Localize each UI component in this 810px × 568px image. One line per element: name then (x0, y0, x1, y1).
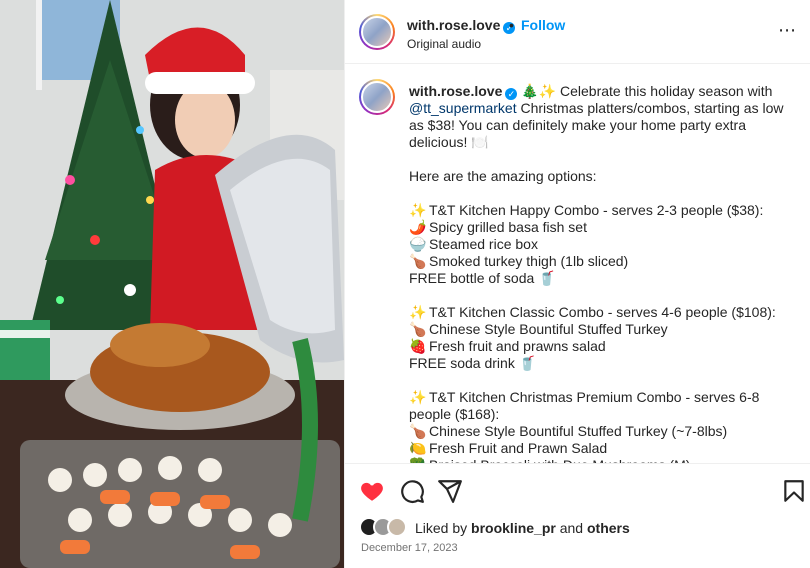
sparkle-icon: ✨ (409, 389, 427, 405)
avatar (387, 517, 407, 537)
food-icon: 🍗 (409, 423, 427, 439)
sparkle-icon: ✨ (409, 202, 427, 218)
combo-item-text: Chinese Style Bountiful Stuffed Turkey (429, 321, 668, 337)
combo-title: ✨ T&T Kitchen Classic Combo - serves 4-6 … (409, 304, 799, 321)
combo-item-text: Spicy grilled basa fish set (429, 219, 587, 235)
audio-label[interactable]: Original audio (407, 37, 481, 51)
author-username[interactable]: with.rose.love ✓ (407, 17, 516, 34)
combo-item: 🍗 Chinese Style Bountiful Stuffed Turkey … (409, 423, 799, 440)
food-icon: 🍚 (409, 236, 427, 252)
actions-bar: Liked by brookline_pr and others Decembe… (345, 463, 810, 568)
food-icon: 🌶️ (409, 219, 427, 235)
post-header: with.rose.love ✓ • Follow Original audio … (345, 0, 810, 64)
more-options-icon[interactable]: ⋯ (778, 20, 797, 41)
author-avatar[interactable] (359, 14, 395, 50)
combo-item-text: Smoked turkey thigh (1lb sliced) (429, 253, 629, 269)
combo-extra: FREE bottle of soda 🥤 (409, 270, 556, 286)
combo-extra: FREE soda drink 🥤 (409, 355, 537, 371)
separator-dot: • (509, 17, 514, 33)
combo-item: 🍓 Fresh fruit and prawns salad (409, 338, 799, 355)
combo-title: ✨ T&T Kitchen Happy Combo - serves 2-3 pe… (409, 202, 799, 219)
combo-item: 🍗 Smoked turkey thigh (1lb sliced) (409, 253, 799, 270)
post-photo[interactable] (0, 0, 344, 568)
liked-by-text: Liked by brookline_pr and others (415, 520, 630, 536)
caption-section: with.rose.love ✓ 🎄✨ Celebrate this holida… (345, 65, 810, 463)
combo-item-text: Fresh Fruit and Prawn Salad (429, 440, 608, 456)
liked-by-and: and (555, 520, 587, 536)
combo-item-text: Fresh fruit and prawns salad (429, 338, 606, 354)
intro-text: Celebrate this holiday season with (556, 83, 773, 99)
food-icon: 🍋 (409, 440, 427, 456)
sparkle-icon: ✨ (409, 304, 427, 320)
intro-emojis: 🎄✨ (521, 83, 557, 99)
follow-button[interactable]: Follow (521, 17, 565, 33)
share-icon[interactable] (437, 478, 463, 504)
combo-item: 🍗 Chinese Style Bountiful Stuffed Turkey (409, 321, 799, 338)
caption-author-username[interactable]: with.rose.love ✓ (409, 83, 518, 100)
combo-title-text: T&T Kitchen Christmas Premium Combo - se… (409, 389, 760, 422)
verified-icon: ✓ (505, 88, 518, 100)
food-icon: 🍓 (409, 338, 427, 354)
liked-by-user-link[interactable]: brookline_pr (471, 520, 556, 536)
options-heading: Here are the amazing options: (409, 168, 597, 184)
combo-item: 🍚 Steamed rice box (409, 236, 799, 253)
combo-title-text: T&T Kitchen Classic Combo - serves 4-6 p… (429, 304, 776, 320)
combo-item: 🌶️ Spicy grilled basa fish set (409, 219, 799, 236)
post-photo-illustration (0, 0, 344, 568)
liked-by-prefix: Liked by (415, 520, 472, 536)
combo-item: 🍋 Fresh Fruit and Prawn Salad (409, 440, 799, 457)
combo-list: ✨ T&T Kitchen Happy Combo - serves 2-3 pe… (409, 185, 799, 463)
combo-item-text: Steamed rice box (429, 236, 538, 252)
mention-link[interactable]: @tt_supermarket (409, 100, 517, 116)
liked-by-others-link[interactable]: others (587, 520, 630, 536)
caption-intro: with.rose.love ✓ 🎄✨ Celebrate this holida… (409, 83, 799, 151)
post-date[interactable]: December 17, 2023 (361, 542, 458, 554)
combo-item-text: Chinese Style Bountiful Stuffed Turkey (… (429, 423, 728, 439)
caption-author-avatar[interactable] (359, 79, 395, 115)
combo-title: ✨ T&T Kitchen Christmas Premium Combo - s… (409, 389, 799, 423)
heart-icon[interactable] (359, 478, 385, 504)
comment-icon[interactable] (399, 478, 425, 504)
bookmark-icon[interactable] (781, 478, 807, 504)
caption-text: with.rose.love ✓ 🎄✨ Celebrate this holida… (409, 83, 799, 463)
food-icon: 🍗 (409, 321, 427, 337)
food-icon: 🍗 (409, 253, 427, 269)
combo-title-text: T&T Kitchen Happy Combo - serves 2-3 peo… (429, 202, 764, 218)
post-side-panel: with.rose.love ✓ • Follow Original audio … (344, 0, 810, 568)
